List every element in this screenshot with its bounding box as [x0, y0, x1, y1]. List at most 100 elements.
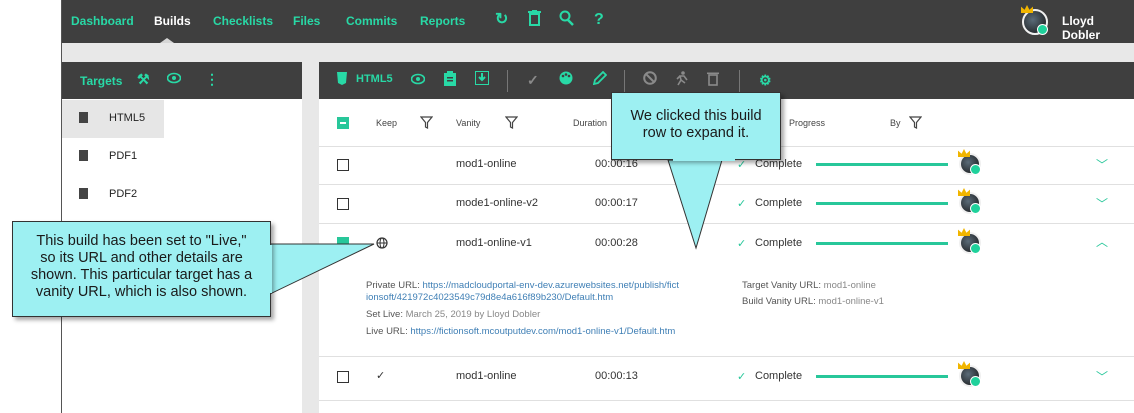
- build-vanity-url: Build Vanity URL: mod1-online-v1: [742, 296, 884, 307]
- live-url: Live URL: https://fictionsoft.mcoutputde…: [366, 326, 675, 337]
- crown-icon: [1021, 5, 1033, 13]
- nav-reports[interactable]: Reports: [420, 14, 465, 28]
- private-url-link[interactable]: https://madcloudportal-env-dev.azurewebs…: [423, 280, 679, 291]
- user-avatar[interactable]: [1021, 5, 1048, 35]
- complete-check-icon: ✓: [737, 371, 747, 383]
- top-nav-bar: Dashboard Builds Checklists Files Commit…: [62, 0, 1134, 43]
- builder-avatar: [958, 361, 981, 387]
- active-tab-indicator: [160, 38, 174, 43]
- callout-text: so its URL and other details are: [40, 250, 243, 266]
- callout-expanded-row: We clicked this build row to expand it.: [611, 92, 781, 160]
- nav-builds[interactable]: Builds: [154, 14, 191, 28]
- nav-files[interactable]: Files: [293, 14, 320, 28]
- user-name[interactable]: Lloyd Dobler: [1062, 14, 1134, 42]
- nav-commits[interactable]: Commits: [346, 14, 397, 28]
- toolbar-divider: [739, 70, 740, 92]
- row-checkbox[interactable]: [337, 159, 349, 171]
- pdf-icon: [79, 188, 88, 199]
- target-item-html5[interactable]: HTML5: [62, 100, 164, 138]
- status-cell: Complete: [755, 370, 803, 382]
- help-icon[interactable]: ?: [594, 10, 604, 30]
- target-vanity-value: mod1-online: [823, 280, 876, 291]
- row-divider: [319, 356, 1134, 357]
- trash-icon[interactable]: [528, 10, 541, 32]
- callout-seam: [673, 158, 735, 161]
- select-all-checkbox[interactable]: [337, 117, 349, 129]
- clipboard-icon[interactable]: [444, 71, 456, 90]
- app-frame: Dashboard Builds Checklists Files Commit…: [61, 0, 1134, 413]
- callout-seam: [269, 245, 272, 293]
- nav-checklists[interactable]: Checklists: [213, 14, 273, 28]
- target-vanity-url: Target Vanity URL: mod1-online: [742, 280, 876, 291]
- callout-text: This build has been set to "Live,": [36, 233, 247, 249]
- chevron-up-icon[interactable]: ︿: [1096, 233, 1108, 250]
- target-vanity-label: Target Vanity URL:: [742, 280, 822, 291]
- chevron-down-icon[interactable]: ﹀: [1096, 156, 1108, 173]
- builder-avatar: [958, 188, 981, 214]
- duration-cell: 00:00:13: [595, 370, 638, 382]
- filter-icon[interactable]: [505, 116, 518, 129]
- targets-title: Targets: [80, 74, 123, 88]
- progress-bar: [816, 163, 948, 166]
- online-status-dot: [1037, 24, 1048, 35]
- callout-text: vanity URL, which is also shown.: [35, 284, 248, 300]
- target-item-pdf1[interactable]: PDF1: [62, 138, 302, 176]
- palette-icon[interactable]: [559, 71, 573, 89]
- toolbar-divider: [507, 70, 508, 92]
- keep-check-icon: ✓: [376, 370, 386, 382]
- hammer-icon[interactable]: ⚒: [137, 71, 150, 88]
- eye-icon[interactable]: [166, 71, 182, 87]
- column-progress[interactable]: Progress: [789, 118, 825, 128]
- progress-bar: [816, 202, 948, 205]
- toolbar-divider: [624, 70, 625, 92]
- live-url-label: Live URL:: [366, 326, 408, 337]
- duration-cell: 00:00:17: [595, 197, 638, 209]
- column-by[interactable]: By: [890, 118, 901, 128]
- private-url-continued: ionsoft/421972c4023549c79d8e4a616f89b230…: [366, 292, 613, 303]
- callout-live-build: This build has been set to "Live," so it…: [12, 221, 271, 317]
- pdf-icon: [79, 150, 88, 161]
- target-label: PDF1: [109, 150, 138, 162]
- row-checkbox[interactable]: [337, 198, 349, 210]
- cancel-icon[interactable]: [643, 71, 657, 89]
- chevron-down-icon[interactable]: ﹀: [1096, 195, 1108, 212]
- row-checkbox[interactable]: [337, 371, 349, 383]
- set-live-label: Set Live:: [366, 309, 403, 320]
- column-duration[interactable]: Duration: [573, 118, 607, 128]
- more-icon[interactable]: ⋮: [205, 71, 219, 88]
- vanity-cell: mod1-online-v1: [456, 237, 532, 249]
- chevron-down-icon[interactable]: ﹀: [1096, 368, 1108, 385]
- run-icon[interactable]: [675, 71, 689, 90]
- builds-target-label: HTML5: [356, 73, 393, 85]
- callout-text: We clicked this build: [630, 108, 762, 124]
- callout-pointer: [270, 243, 375, 295]
- status-cell: Complete: [755, 197, 803, 209]
- column-vanity[interactable]: Vanity: [456, 118, 480, 128]
- target-label: PDF2: [109, 188, 138, 200]
- set-live-value: March 25, 2019 by Lloyd Dobler: [405, 309, 541, 320]
- build-vanity-label: Build Vanity URL:: [742, 296, 816, 307]
- progress-bar: [816, 375, 948, 378]
- private-url-link-continued[interactable]: ionsoft/421972c4023549c79d8e4a616f89b230…: [366, 292, 613, 303]
- filter-icon[interactable]: [909, 116, 922, 129]
- progress-bar: [816, 242, 948, 245]
- refresh-icon[interactable]: ↻: [495, 10, 508, 30]
- target-item-pdf2[interactable]: PDF2: [62, 176, 302, 214]
- column-keep[interactable]: Keep: [376, 118, 397, 128]
- targets-header: Targets ⚒ ⋮: [62, 62, 302, 99]
- nav-dashboard[interactable]: Dashboard: [71, 14, 134, 28]
- download-icon[interactable]: [474, 70, 490, 89]
- eye-icon[interactable]: [410, 71, 426, 89]
- target-label: HTML5: [109, 112, 146, 124]
- row-divider: [319, 400, 1134, 401]
- html5-icon: [79, 112, 88, 123]
- check-icon[interactable]: ✓: [527, 71, 539, 89]
- builder-avatar: [958, 149, 981, 175]
- status-cell: Complete: [755, 237, 803, 249]
- live-url-link[interactable]: https://fictionsoft.mcoutputdev.com/mod1…: [410, 326, 675, 337]
- settings-icon[interactable]: ⚙: [759, 71, 772, 89]
- trash-icon[interactable]: [707, 71, 719, 90]
- filter-icon[interactable]: [420, 116, 433, 129]
- pen-icon[interactable]: [592, 70, 608, 89]
- search-icon[interactable]: [559, 10, 574, 32]
